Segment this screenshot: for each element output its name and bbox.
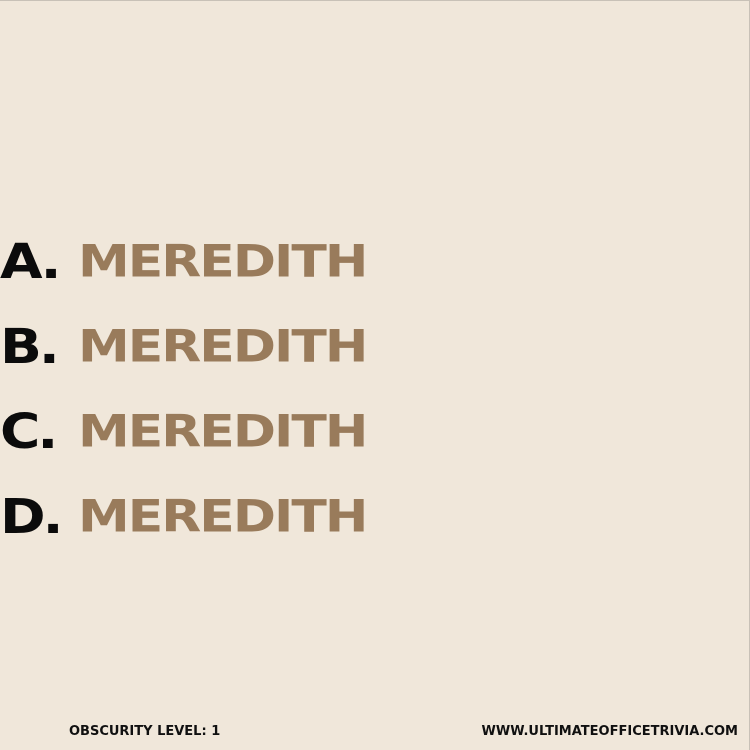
website-label: WWW.ULTIMATEOFFICETRIVIA.COM: [481, 724, 738, 739]
answer-option-d: D. MEREDITH: [0, 474, 420, 559]
answer-text-a: MEREDITH: [78, 235, 368, 288]
answer-text-b: MEREDITH: [78, 320, 368, 373]
trivia-answer-card: A. MEREDITH B. MEREDITH C. MEREDITH D. M…: [0, 0, 750, 750]
answer-letter-b: B.: [0, 317, 60, 375]
answer-letter-d: D.: [0, 487, 64, 545]
answer-option-b: B. MEREDITH: [0, 304, 420, 389]
obscurity-level-label: OBSCURITY LEVEL: 1: [69, 724, 221, 739]
answer-option-c: C. MEREDITH: [0, 389, 420, 474]
answer-text-d: MEREDITH: [78, 490, 368, 543]
answer-letter-a: A.: [0, 232, 61, 290]
answer-option-a: A. MEREDITH: [0, 219, 420, 304]
answer-text-c: MEREDITH: [78, 405, 368, 458]
answer-letter-c: C.: [0, 402, 58, 460]
answer-list: A. MEREDITH B. MEREDITH C. MEREDITH D. M…: [0, 219, 420, 559]
